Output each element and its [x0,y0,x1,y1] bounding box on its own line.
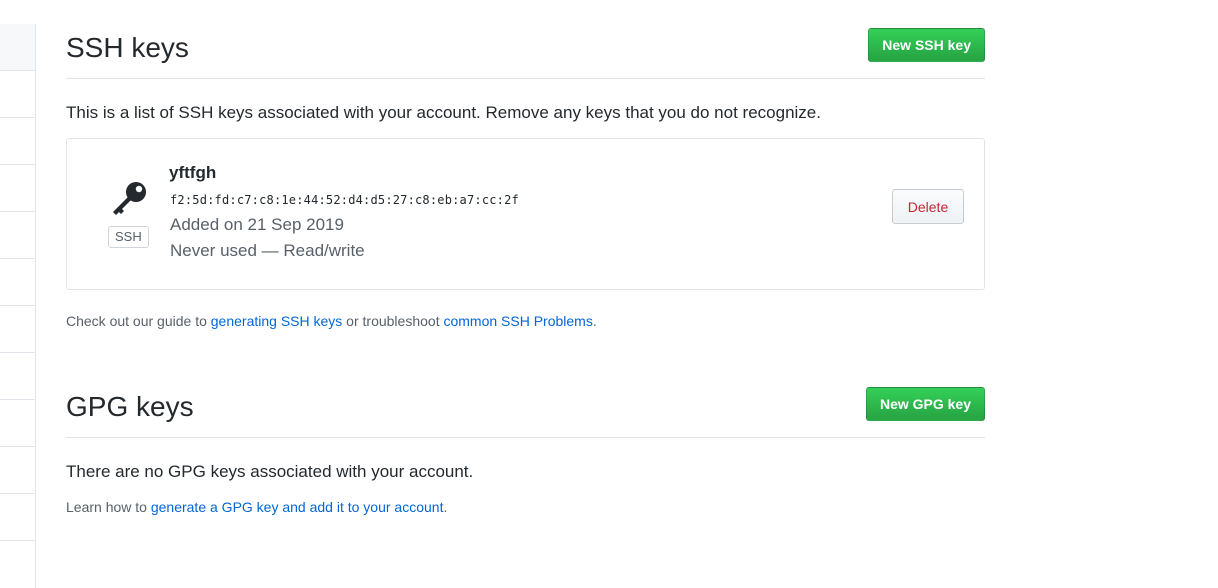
settings-page: SSH keys New SSH key This is a list of S… [0,0,1218,588]
common-ssh-problems-link[interactable]: common SSH Problems [443,313,592,329]
gpg-empty-text: There are no GPG keys associated with yo… [66,462,474,481]
ssh-key-title: yftfgh [169,163,217,182]
ssh-guide-middle: or troubleshoot [342,313,444,329]
ssh-key-item: SSH yftfgh f2:5d:fd:c7:c8:1e:44:52:d4:d5… [66,138,985,290]
key-icon [113,182,146,215]
gpg-keys-header: GPG keys New GPG key [66,387,985,438]
ssh-key-usage: Never used — Read/write [170,241,365,260]
generate-gpg-key-link[interactable]: generate a GPG key and add it to your ac… [151,499,444,515]
settings-sidebar [0,24,36,588]
sidebar-item[interactable] [0,305,35,352]
sidebar-item[interactable] [0,399,35,446]
gpg-learn-text: Learn how to generate a GPG key and add … [66,499,447,515]
new-ssh-key-button[interactable]: New SSH key [868,28,985,62]
sidebar-item[interactable] [0,493,35,540]
sidebar-item[interactable] [0,117,35,164]
ssh-guide-text: Check out our guide to generating SSH ke… [66,313,597,329]
delete-ssh-key-button[interactable]: Delete [892,189,964,224]
ssh-key-added-date: Added on 21 Sep 2019 [170,215,344,234]
sidebar-item[interactable] [0,352,35,399]
gpg-keys-title: GPG keys [66,391,194,422]
sidebar-item[interactable] [0,211,35,258]
new-gpg-key-button[interactable]: New GPG key [865,387,985,421]
sidebar-item[interactable] [0,258,35,305]
sidebar-item[interactable] [0,164,35,211]
ssh-guide-suffix: . [592,313,597,329]
sidebar-item[interactable] [0,24,35,70]
ssh-keys-description: This is a list of SSH keys associated wi… [66,103,821,122]
ssh-keys-title: SSH keys [66,32,189,63]
ssh-key-fingerprint: f2:5d:fd:c7:c8:1e:44:52:d4:d5:27:c8:eb:a… [170,193,519,207]
sidebar-item[interactable] [0,540,35,587]
gpg-learn-prefix: Learn how to [66,499,151,515]
generating-ssh-keys-link[interactable]: generating SSH keys [211,313,343,329]
ssh-key-type-badge: SSH [108,226,149,248]
ssh-keys-header: SSH keys New SSH key [66,28,985,79]
ssh-guide-prefix: Check out our guide to [66,313,211,329]
sidebar-item[interactable] [0,70,35,117]
gpg-learn-suffix: . [443,499,448,515]
sidebar-item[interactable] [0,446,35,493]
